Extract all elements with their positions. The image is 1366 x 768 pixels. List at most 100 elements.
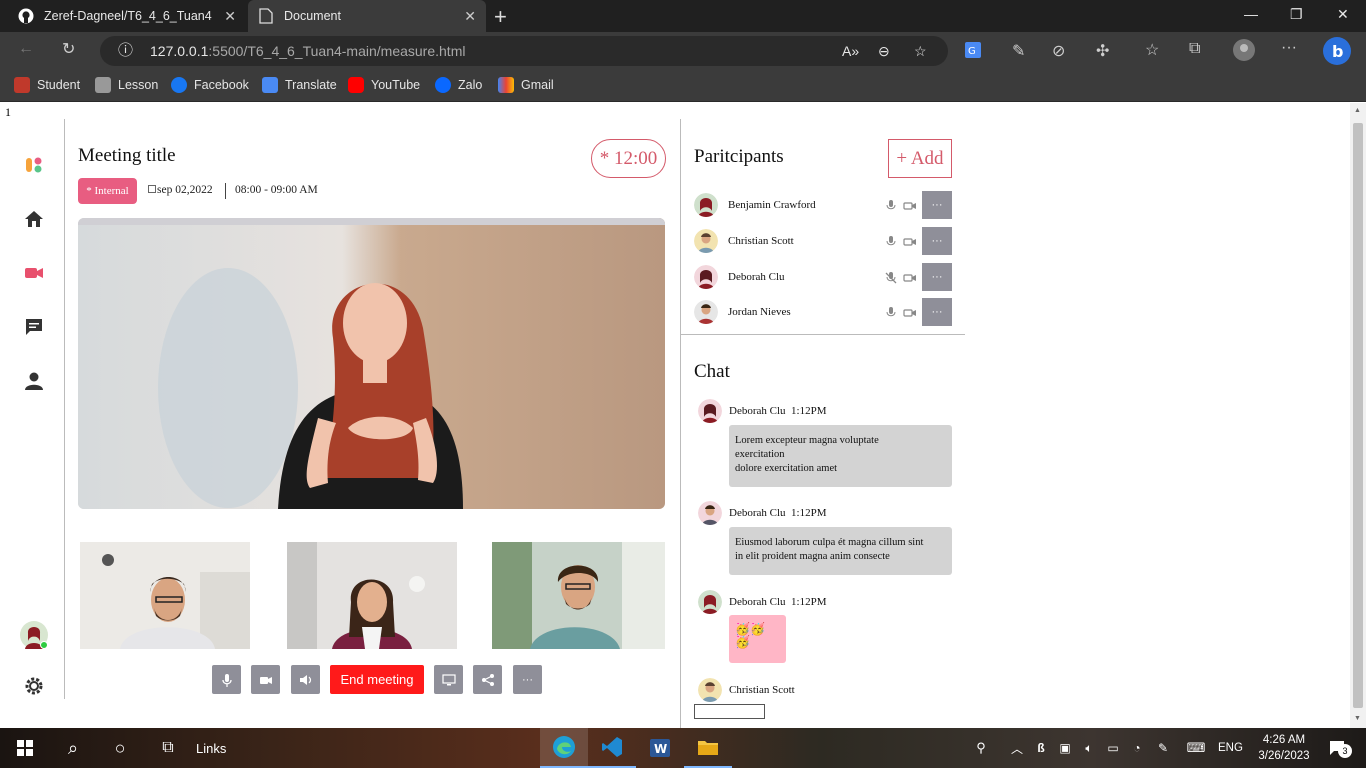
- add-participant-button[interactable]: + Add: [888, 139, 952, 178]
- participant-video-1[interactable]: [80, 542, 250, 649]
- user-avatar[interactable]: [20, 621, 48, 649]
- scrollbar-thumb[interactable]: [1353, 123, 1363, 708]
- people-icon[interactable]: ⚲: [970, 728, 992, 768]
- chat-input[interactable]: [694, 704, 765, 719]
- tab-github[interactable]: Zeref-Dagneel/T6_4_6_Tuan4 ✕: [8, 0, 246, 32]
- language-indicator[interactable]: ENG: [1218, 728, 1243, 768]
- participant-more-button[interactable]: ···: [922, 298, 952, 326]
- extensions-icon[interactable]: ✣: [1096, 41, 1109, 61]
- mic-button[interactable]: [212, 665, 241, 694]
- zoom-icon[interactable]: ⊖: [878, 36, 890, 66]
- camera-icon[interactable]: [903, 271, 917, 283]
- participant-more-button[interactable]: ···: [922, 227, 952, 255]
- bookmark-gmail[interactable]: Gmail: [498, 77, 554, 93]
- svg-text:W: W: [654, 742, 667, 756]
- search-icon[interactable]: ⌕: [58, 728, 88, 768]
- chat-message-meta: Deborah Clu 1:12PM: [729, 507, 827, 519]
- more-options-icon[interactable]: ···: [1281, 39, 1297, 57]
- user-icon[interactable]: [24, 371, 44, 391]
- mic-icon[interactable]: [885, 306, 897, 318]
- more-button[interactable]: ···: [513, 665, 542, 694]
- camera-icon[interactable]: [903, 199, 917, 211]
- participant-more-button[interactable]: ···: [922, 191, 952, 219]
- bookmark-zalo[interactable]: Zalo: [435, 77, 482, 93]
- share-button[interactable]: [473, 665, 502, 694]
- start-icon[interactable]: [10, 728, 40, 768]
- end-meeting-button[interactable]: End meeting: [330, 665, 424, 694]
- collections-icon[interactable]: ⧉: [1189, 40, 1200, 58]
- mic-icon[interactable]: [885, 199, 897, 211]
- bookmark-lesson[interactable]: Lesson: [95, 77, 158, 93]
- bookmark-student[interactable]: Student: [14, 77, 80, 93]
- mic-muted-icon[interactable]: [885, 271, 897, 284]
- keyboard-icon[interactable]: ⌨: [1184, 728, 1208, 768]
- svg-text:G: G: [968, 46, 976, 57]
- explorer-taskbar-icon[interactable]: [684, 728, 732, 768]
- pen-workspace-icon[interactable]: ✎: [1154, 728, 1172, 768]
- video-icon[interactable]: [24, 263, 44, 283]
- participant-video-3[interactable]: [492, 542, 665, 649]
- bookmark-youtube[interactable]: YouTube: [348, 77, 420, 93]
- speaker-button[interactable]: [291, 665, 320, 694]
- participant-video-2[interactable]: [287, 542, 457, 649]
- avatar: [698, 678, 722, 702]
- profile-avatar-icon[interactable]: [1233, 39, 1255, 66]
- avatar: [698, 501, 722, 525]
- mic-icon[interactable]: [885, 235, 897, 247]
- close-tab-icon[interactable]: ✕: [224, 8, 236, 25]
- screen-share-button[interactable]: [434, 665, 463, 694]
- back-icon[interactable]: ←: [18, 40, 34, 58]
- close-tab-icon[interactable]: ✕: [464, 8, 476, 25]
- word-taskbar-icon[interactable]: W: [636, 728, 684, 768]
- wifi-icon[interactable]: ◔: [1128, 728, 1146, 768]
- page-scrollbar[interactable]: ▲ ▼: [1350, 103, 1366, 728]
- participant-more-button[interactable]: ···: [922, 263, 952, 291]
- scroll-down-icon[interactable]: ▼: [1354, 715, 1361, 722]
- bookmarks-bar: Student Lesson Facebook Translate YouTub…: [0, 70, 1366, 102]
- add-favorite-icon[interactable]: ☆: [914, 36, 927, 66]
- chat-title: Chat: [694, 361, 730, 382]
- cortana-icon[interactable]: ○: [105, 728, 135, 768]
- links-toolbar[interactable]: Links: [196, 728, 226, 768]
- bing-icon[interactable]: b: [1322, 36, 1352, 71]
- participant-name: Deborah Clu: [728, 271, 785, 283]
- logo-icon[interactable]: [24, 155, 44, 175]
- close-window-icon[interactable]: ✕: [1337, 6, 1349, 23]
- bookmark-facebook[interactable]: Facebook: [171, 77, 249, 93]
- camera-icon[interactable]: [903, 235, 917, 247]
- main-video[interactable]: [78, 218, 665, 509]
- battery-icon[interactable]: ▭: [1104, 728, 1122, 768]
- edge-taskbar-icon[interactable]: [540, 728, 588, 768]
- tab-document[interactable]: Document ✕: [248, 0, 486, 32]
- tray-chevron-icon[interactable]: ︿: [1008, 728, 1026, 768]
- taskbar-clock[interactable]: 4:26 AM 3/26/2023: [1252, 732, 1316, 764]
- tab-title: Zeref-Dagneel/T6_4_6_Tuan4: [44, 9, 212, 23]
- scroll-up-icon[interactable]: ▲: [1354, 107, 1361, 114]
- notification-center-icon[interactable]: 3: [1324, 728, 1352, 768]
- tray-app-icon[interactable]: ß: [1032, 728, 1050, 768]
- url-input[interactable]: ⓘ 127.0.0.1:5500/T6_4_6_Tuan4-main/measu…: [100, 36, 948, 66]
- read-aloud-icon[interactable]: A»: [842, 36, 859, 66]
- volume-icon[interactable]: 🔈︎: [1080, 728, 1098, 768]
- camera-icon[interactable]: [903, 306, 917, 318]
- vscode-taskbar-icon[interactable]: [588, 728, 636, 768]
- translate-icon[interactable]: G: [964, 41, 982, 64]
- camera-button[interactable]: [251, 665, 280, 694]
- compass-icon[interactable]: ⊘: [1052, 41, 1065, 61]
- info-icon[interactable]: ⓘ: [118, 36, 133, 66]
- youtube-icon: [348, 77, 364, 93]
- task-view-icon[interactable]: ⧉: [153, 728, 183, 768]
- meet-now-icon[interactable]: ▣: [1056, 728, 1074, 768]
- refresh-icon[interactable]: ↻: [62, 39, 75, 59]
- settings-gear-icon[interactable]: [24, 676, 44, 696]
- pen-icon[interactable]: ✎: [1012, 41, 1025, 61]
- participants-divider: [681, 334, 965, 335]
- bookmark-translate[interactable]: Translate: [262, 77, 337, 93]
- minimize-icon[interactable]: —: [1244, 6, 1258, 22]
- home-icon[interactable]: [24, 209, 44, 229]
- chat-icon[interactable]: [24, 317, 44, 337]
- favorites-icon[interactable]: ☆: [1145, 40, 1159, 60]
- browser-tab-bar: Zeref-Dagneel/T6_4_6_Tuan4 ✕ Document ✕ …: [0, 0, 1366, 32]
- new-tab-icon[interactable]: +: [494, 4, 507, 30]
- restore-icon[interactable]: ❐: [1290, 6, 1303, 23]
